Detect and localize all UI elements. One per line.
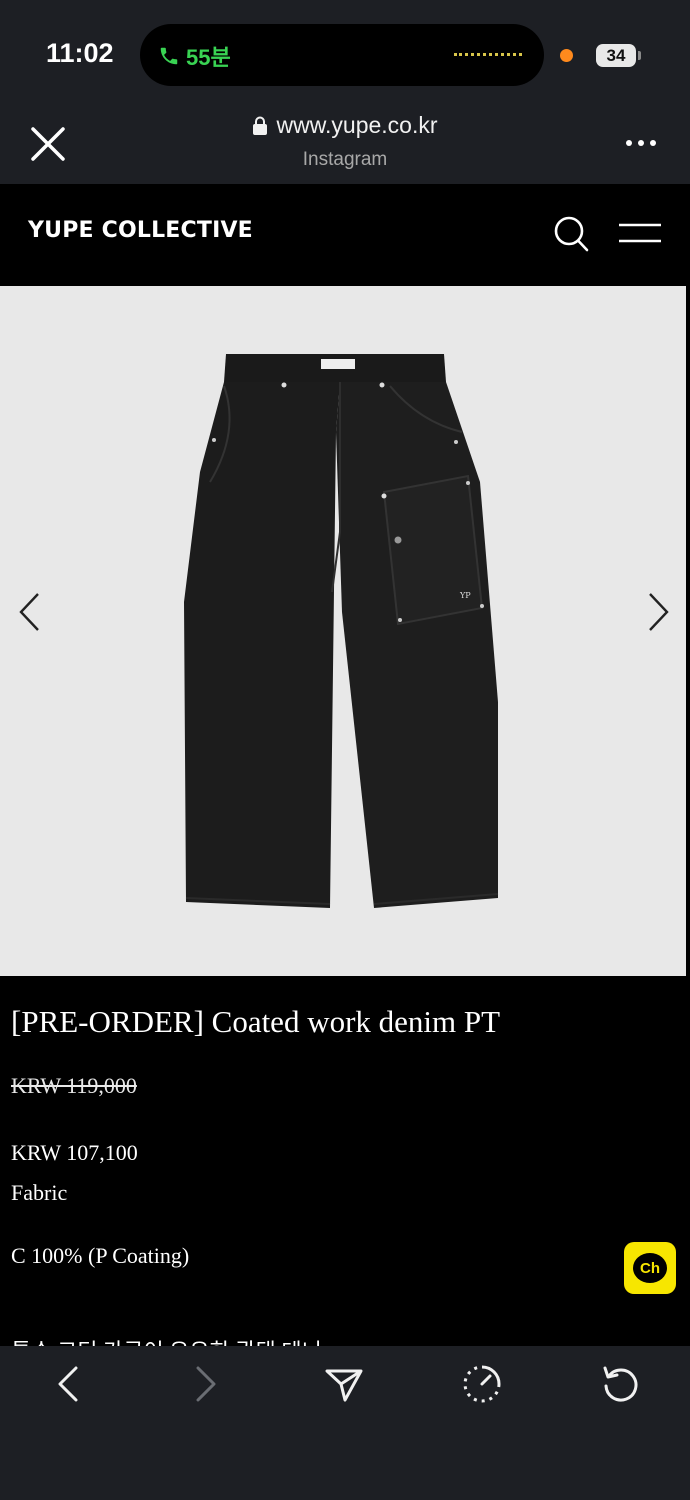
svg-text:YP: YP xyxy=(459,591,471,600)
battery-icon: 34 xyxy=(596,44,636,67)
forward-icon[interactable] xyxy=(186,1364,226,1404)
call-duration: 55분 xyxy=(186,45,231,70)
product-image-carousel[interactable]: YP xyxy=(0,286,686,976)
carousel-prev-icon[interactable] xyxy=(16,591,42,633)
product-info: [PRE-ORDER] Coated work denim PT KRW 119… xyxy=(0,976,690,1364)
carousel-next-icon[interactable] xyxy=(646,591,672,633)
original-price: KRW 119,000 xyxy=(11,1073,137,1098)
phone-icon xyxy=(160,47,178,65)
back-icon[interactable] xyxy=(48,1364,88,1404)
source-label: Instagram xyxy=(302,148,388,170)
browser-header: www.yupe.co.kr Instagram xyxy=(0,100,690,184)
reload-icon[interactable] xyxy=(600,1364,640,1404)
address-area[interactable]: www.yupe.co.kr Instagram xyxy=(0,112,690,171)
fabric-label: Fabric xyxy=(11,1180,68,1205)
hamburger-menu-icon[interactable] xyxy=(618,222,662,244)
speed-icon[interactable] xyxy=(462,1364,502,1404)
fabric-value: C 100% (P Coating) xyxy=(11,1243,190,1268)
chat-bubble-icon: Ch xyxy=(633,1253,667,1283)
search-icon[interactable] xyxy=(552,214,590,254)
url-text: www.yupe.co.kr xyxy=(276,112,438,138)
clock: 11:02 xyxy=(46,38,114,68)
browser-toolbar xyxy=(0,1346,690,1500)
share-icon[interactable] xyxy=(324,1364,364,1404)
product-title: [PRE-ORDER] Coated work denim PT xyxy=(11,1004,501,1039)
site-header: YUPE COLLECTIVE xyxy=(0,184,690,286)
kakao-chat-button[interactable]: Ch xyxy=(624,1242,676,1294)
lock-icon xyxy=(253,116,268,135)
sale-price: KRW 107,100 xyxy=(11,1140,138,1165)
more-icon[interactable] xyxy=(626,140,656,150)
audio-wave-icon xyxy=(454,53,522,57)
black-pants-product-photo: YP xyxy=(184,354,499,908)
recording-dot xyxy=(560,49,573,62)
battery-tip xyxy=(638,51,641,60)
call-indicator[interactable]: 55분 xyxy=(158,40,231,72)
status-bar: 11:02 55분 34 xyxy=(0,0,690,100)
url-line: www.yupe.co.kr xyxy=(252,112,438,139)
site-logo[interactable]: YUPE COLLECTIVE xyxy=(28,218,253,243)
